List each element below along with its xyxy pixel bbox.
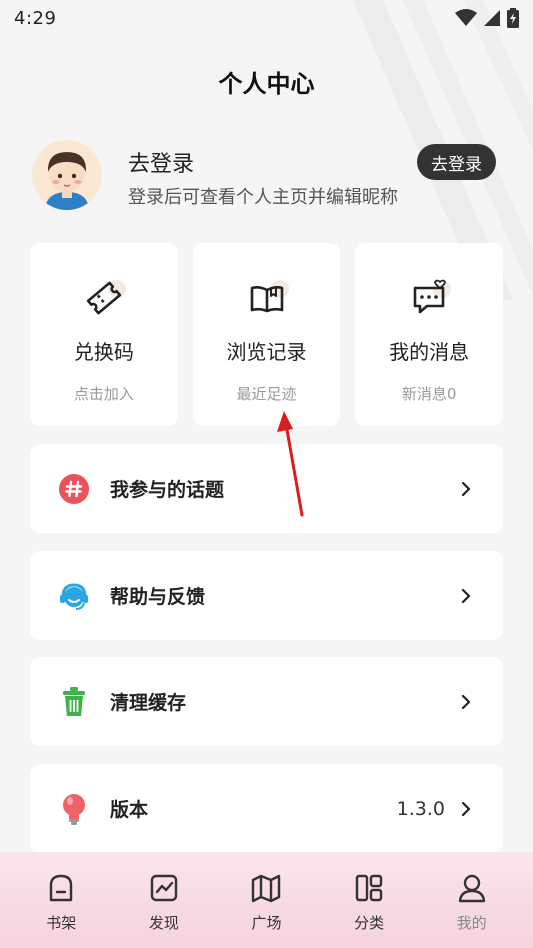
quick-cards: 兑换码 点击加入 浏览记录 最近足迹 我的消息 新消息0 bbox=[30, 243, 504, 426]
ticket-icon bbox=[82, 276, 126, 320]
chevron-right-icon bbox=[461, 801, 471, 816]
chevron-right-icon bbox=[461, 588, 471, 603]
menu-item-help-feedback[interactable]: 帮助与反馈 bbox=[30, 551, 503, 640]
avatar[interactable] bbox=[32, 140, 102, 210]
profile-subtitle: 登录后可查看个人主页并编辑昵称 bbox=[128, 187, 398, 208]
user-icon bbox=[458, 874, 485, 903]
menu-item-version[interactable]: 版本 1.3.0 bbox=[30, 764, 503, 853]
tab-discover[interactable]: 发现 bbox=[129, 872, 199, 948]
wifi-icon bbox=[455, 9, 477, 26]
tab-label: 发现 bbox=[148, 914, 179, 932]
tab-category[interactable]: 分类 bbox=[334, 872, 404, 948]
map-icon bbox=[252, 874, 281, 903]
lightbulb-icon bbox=[58, 793, 90, 825]
hashtag-icon bbox=[58, 473, 90, 505]
bookshelf-icon bbox=[50, 874, 73, 902]
menu-item-my-topics[interactable]: 我参与的话题 bbox=[30, 444, 503, 533]
menu-label: 我参与的话题 bbox=[110, 479, 225, 501]
avatar-illustration-icon bbox=[32, 140, 102, 210]
headset-icon bbox=[58, 580, 90, 612]
card-my-messages[interactable]: 我的消息 新消息0 bbox=[355, 243, 504, 426]
trend-icon bbox=[150, 874, 178, 902]
tab-label: 广场 bbox=[251, 914, 282, 932]
menu-label: 版本 bbox=[110, 799, 149, 821]
version-value: 1.3.0 bbox=[396, 797, 445, 820]
page-title: 个人中心 bbox=[218, 70, 315, 98]
cell-signal-icon bbox=[484, 10, 500, 26]
grid-icon bbox=[355, 874, 383, 902]
tab-label: 我的 bbox=[456, 914, 487, 932]
tab-mine[interactable]: 我的 bbox=[437, 872, 507, 948]
card-title: 兑换码 bbox=[73, 340, 134, 364]
battery-icon bbox=[507, 8, 519, 28]
menu-label: 帮助与反馈 bbox=[110, 586, 206, 608]
card-subtitle: 点击加入 bbox=[73, 385, 134, 403]
menu-item-clear-cache[interactable]: 清理缓存 bbox=[30, 657, 503, 746]
card-title: 我的消息 bbox=[389, 340, 470, 364]
profile-name[interactable]: 去登录 bbox=[128, 146, 194, 178]
tab-label: 书架 bbox=[46, 914, 77, 932]
login-button[interactable]: 去登录 bbox=[417, 144, 496, 180]
trash-icon bbox=[58, 686, 90, 718]
tab-bookshelf[interactable]: 书架 bbox=[26, 872, 96, 948]
status-bar: 4:29 bbox=[0, 0, 533, 36]
book-icon bbox=[245, 276, 289, 320]
bottom-tab-bar: 书架 发现 广场 分类 我的 bbox=[0, 852, 533, 948]
chevron-right-icon bbox=[461, 481, 471, 496]
card-subtitle: 最近足迹 bbox=[236, 385, 297, 403]
menu-label: 清理缓存 bbox=[110, 692, 187, 714]
message-icon bbox=[407, 276, 452, 320]
card-subtitle: 新消息0 bbox=[401, 385, 457, 403]
card-browse-history[interactable]: 浏览记录 最近足迹 bbox=[192, 243, 341, 426]
tab-label: 分类 bbox=[354, 914, 385, 932]
card-title: 浏览记录 bbox=[226, 340, 307, 364]
card-redeem-code[interactable]: 兑换码 点击加入 bbox=[30, 243, 178, 426]
status-time: 4:29 bbox=[14, 7, 57, 29]
tab-plaza[interactable]: 广场 bbox=[231, 872, 301, 948]
chevron-right-icon bbox=[461, 694, 471, 709]
status-icons bbox=[455, 8, 519, 28]
profile-section: 去登录 登录后可查看个人主页并编辑昵称 去登录 bbox=[32, 140, 502, 212]
